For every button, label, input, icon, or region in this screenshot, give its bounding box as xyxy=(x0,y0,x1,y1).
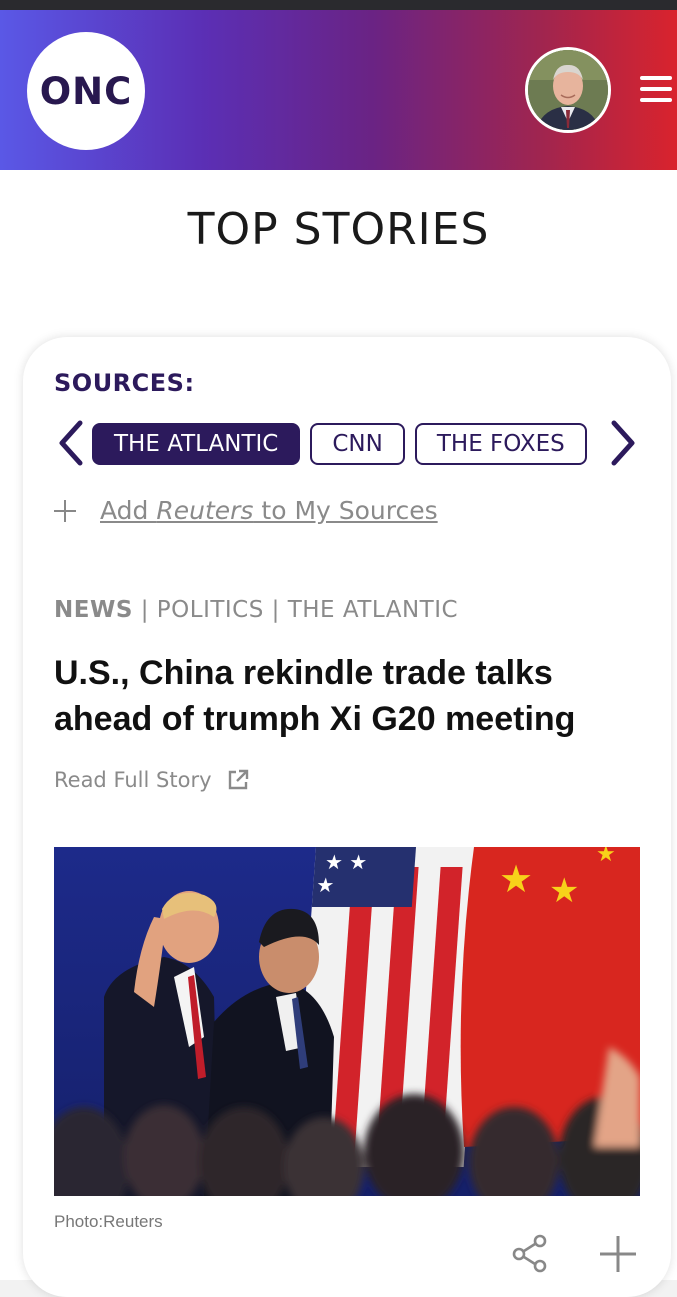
read-full-story-link[interactable]: Read Full Story xyxy=(54,768,250,792)
read-full-label: Read Full Story xyxy=(54,768,212,792)
add-prefix: Add xyxy=(100,496,157,525)
share-icon[interactable] xyxy=(510,1233,550,1273)
chevron-right-icon[interactable] xyxy=(610,420,638,466)
add-source-name: Reuters xyxy=(156,496,254,525)
add-suffix: to My Sources xyxy=(253,496,438,525)
story-headline[interactable]: U.S., China rekindle trade talks ahead o… xyxy=(54,650,654,742)
chevron-left-icon[interactable] xyxy=(56,420,84,466)
chip-label: CNN xyxy=(332,431,383,457)
svg-text:★: ★ xyxy=(549,871,579,911)
external-link-icon xyxy=(228,769,248,790)
source-chip-the-foxes[interactable]: THE FOXES xyxy=(414,423,587,465)
photo-caption: Photo:Reuters xyxy=(54,1212,163,1231)
story-category: NEWS | POLITICS | THE ATLANTIC xyxy=(54,597,458,623)
add-source-link[interactable]: Add Reuters to My Sources xyxy=(94,496,438,525)
user-avatar[interactable] xyxy=(525,47,611,133)
avatar-photo xyxy=(528,50,608,130)
hamburger-menu-icon[interactable] xyxy=(640,74,672,104)
svg-text:★ ★: ★ ★ xyxy=(324,850,368,874)
source-chip-the-atlantic[interactable]: THE ATLANTIC xyxy=(92,423,301,465)
app-header: ONC xyxy=(0,10,677,170)
sources-label: SOURCES: xyxy=(54,369,195,397)
logo-text: ONC xyxy=(39,69,133,113)
category-rest: | POLITICS | THE ATLANTIC xyxy=(132,597,459,623)
page-title: TOP STORIES xyxy=(187,204,490,255)
svg-text:★: ★ xyxy=(499,857,533,901)
story-photo[interactable]: ★ ★ ★ ★ ★ ★ xyxy=(54,847,640,1196)
status-bar xyxy=(0,0,677,10)
source-chips: THE ATLANTIC CNN THE FOXES xyxy=(92,423,604,465)
chip-label: THE FOXES xyxy=(436,431,565,457)
svg-text:★: ★ xyxy=(316,873,336,897)
add-source-row[interactable]: Add Reuters to My Sources xyxy=(54,496,438,525)
onc-logo[interactable]: ONC xyxy=(27,32,145,150)
news-photo-illustration: ★ ★ ★ ★ ★ ★ xyxy=(54,847,640,1196)
category-primary: NEWS xyxy=(54,597,133,623)
plus-icon xyxy=(54,499,76,522)
source-chip-cnn[interactable]: CNN xyxy=(310,423,405,465)
chip-label: THE ATLANTIC xyxy=(114,431,279,457)
svg-text:★: ★ xyxy=(596,847,616,867)
add-story-icon[interactable] xyxy=(598,1234,638,1274)
